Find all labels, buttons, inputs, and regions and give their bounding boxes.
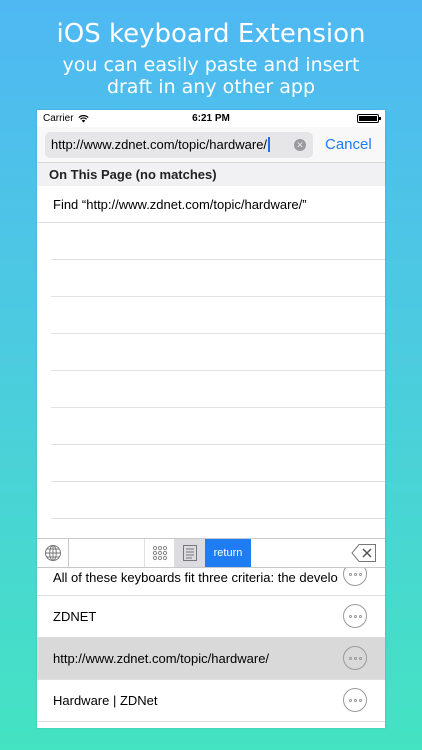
suggestion-list: Find “http://www.zdnet.com/topic/hardwar… xyxy=(37,186,385,556)
cancel-button[interactable]: Cancel xyxy=(325,136,372,153)
more-options-icon[interactable] xyxy=(343,568,367,586)
empty-row xyxy=(51,408,385,445)
empty-row xyxy=(51,371,385,408)
delete-backspace-icon[interactable] xyxy=(351,543,377,563)
draft-item[interactable]: ZDNET xyxy=(37,596,385,638)
battery-icon xyxy=(357,114,381,123)
globe-icon[interactable] xyxy=(37,539,69,567)
draft-text: All of these keyboards fit three criteri… xyxy=(53,570,338,585)
url-input[interactable]: http://www.zdnet.com/topic/hardware/ ✕ xyxy=(45,131,313,158)
draft-text: ZDNET xyxy=(53,609,97,624)
draft-text: http://www.zdnet.com/topic/hardware/ xyxy=(53,651,270,666)
keyboard-toolbar: return xyxy=(37,538,385,568)
find-section-header: On This Page (no matches) xyxy=(37,163,385,186)
keyboard-spacer xyxy=(69,539,145,567)
more-options-icon[interactable] xyxy=(343,646,367,670)
empty-row xyxy=(51,223,385,260)
more-options-icon[interactable] xyxy=(343,604,367,628)
draft-text: Hardware | ZDNet xyxy=(53,693,158,708)
clock: 6:21 PM xyxy=(192,113,230,124)
address-bar: http://www.zdnet.com/topic/hardware/ ✕ C… xyxy=(37,127,385,163)
clipboard-icon[interactable] xyxy=(175,539,205,567)
empty-row xyxy=(51,297,385,334)
empty-row xyxy=(51,334,385,371)
draft-list: All of these keyboards fit three criteri… xyxy=(37,568,385,722)
url-value: http://www.zdnet.com/topic/hardware/ xyxy=(51,137,268,152)
promo-title: iOS keyboard Extension xyxy=(56,19,366,49)
status-bar: Carrier 6:21 PM xyxy=(37,110,385,127)
empty-row xyxy=(51,260,385,297)
clear-text-icon[interactable]: ✕ xyxy=(294,138,306,151)
phone-screen: Carrier 6:21 PM http://www.zdnet.com/top… xyxy=(37,110,385,728)
draft-item[interactable]: Hardware | ZDNet xyxy=(37,680,385,722)
return-key[interactable]: return xyxy=(205,539,251,567)
grid-icon[interactable] xyxy=(145,539,175,567)
promo-subtitle-line2: draft in any other app xyxy=(106,76,316,98)
draft-item[interactable]: All of these keyboards fit three criteri… xyxy=(37,568,385,596)
promo-subtitle-line1: you can easily paste and insert xyxy=(62,54,360,76)
text-caret xyxy=(268,137,271,152)
empty-row xyxy=(51,482,385,519)
draft-item-selected[interactable]: http://www.zdnet.com/topic/hardware/ xyxy=(37,638,385,680)
empty-row xyxy=(51,445,385,482)
promo-headline: iOS keyboard Extension you can easily pa… xyxy=(0,18,422,98)
find-on-page-row[interactable]: Find “http://www.zdnet.com/topic/hardwar… xyxy=(37,186,385,223)
more-options-icon[interactable] xyxy=(343,688,367,712)
